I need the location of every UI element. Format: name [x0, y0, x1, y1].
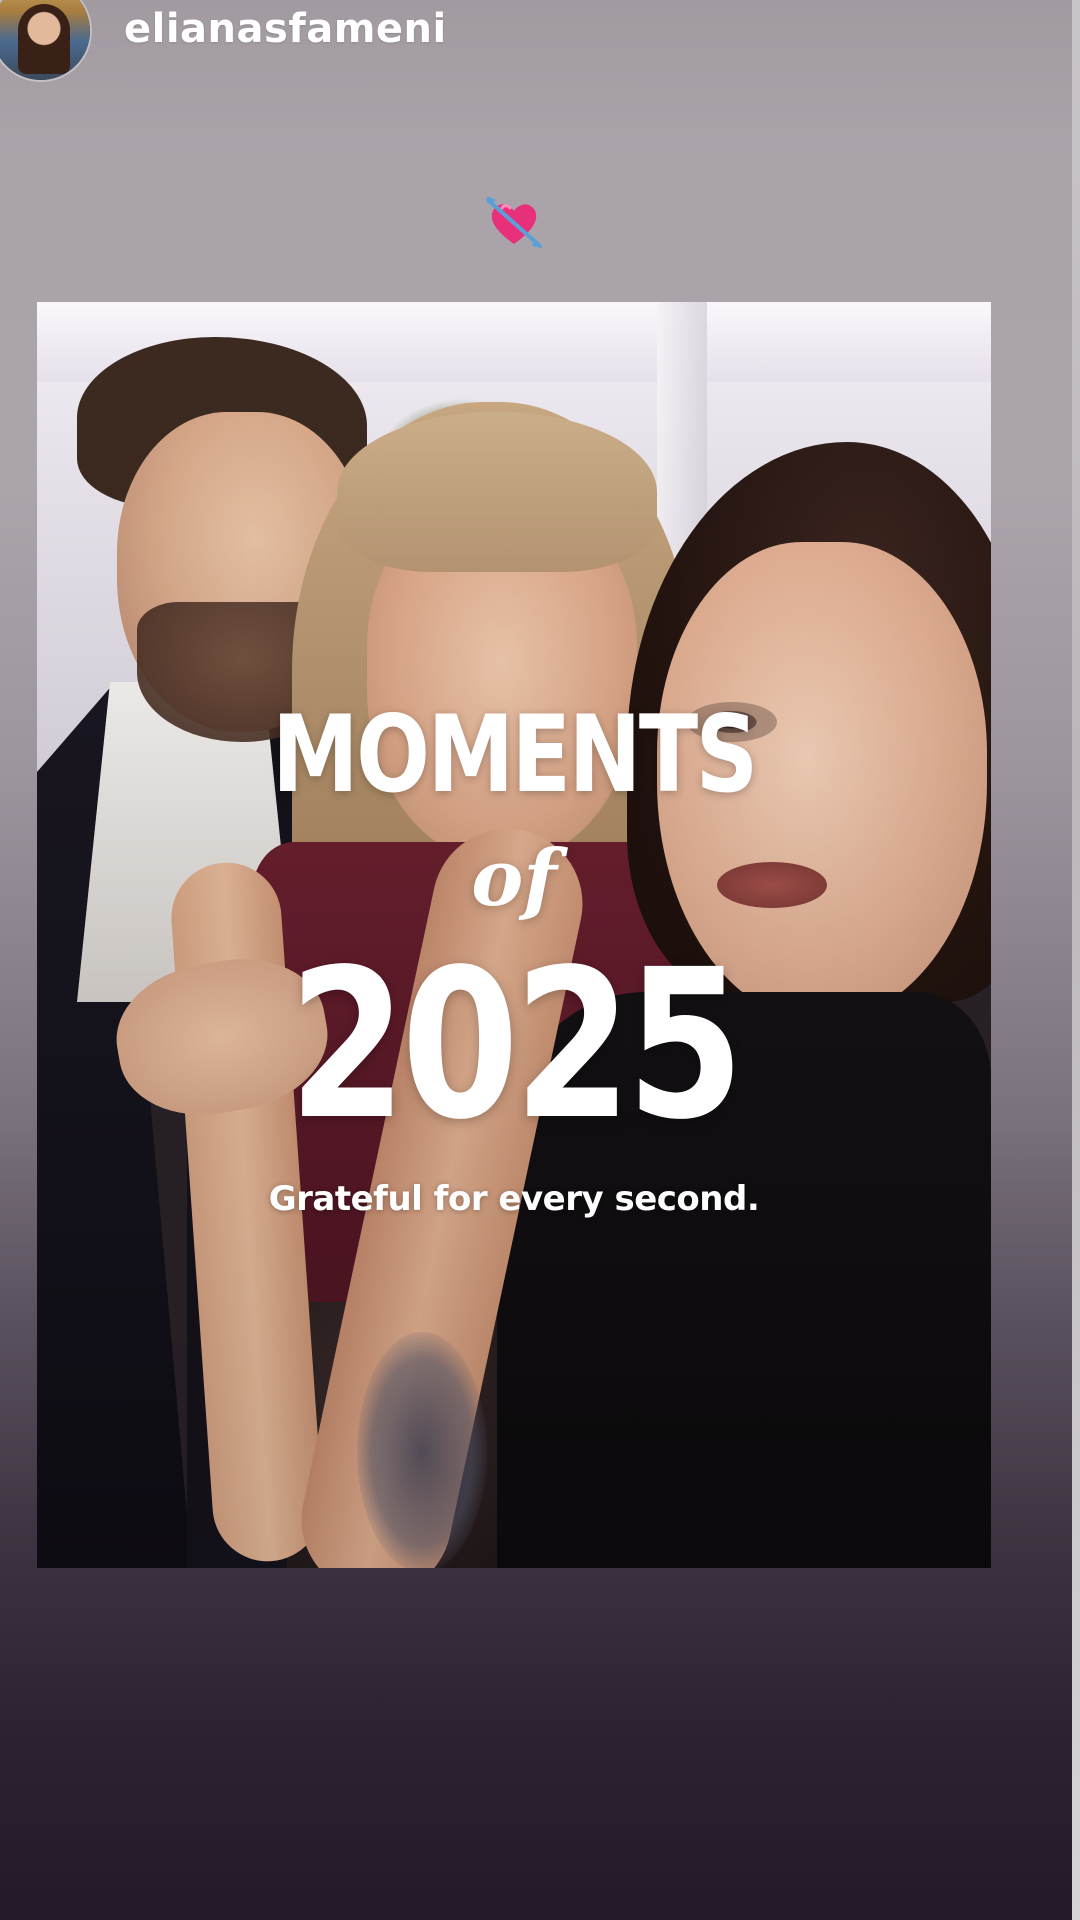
story-header: elianasfameni	[0, 0, 1072, 90]
username[interactable]: elianasfameni	[124, 6, 447, 52]
overlay-title-year: 2025	[288, 925, 744, 1165]
overlay-title-of: of	[471, 833, 557, 924]
user-avatar[interactable]	[0, 0, 90, 80]
overlay-title-moments: MOMENTS	[272, 693, 758, 816]
overlay-caption: Grateful for every second.	[268, 1179, 760, 1219]
screen-edge	[1072, 0, 1080, 1920]
avatar-person	[18, 4, 70, 74]
heart-with-arrow-icon	[486, 196, 542, 248]
text-overlay: MOMENTS of 2025 Grateful for every secon…	[37, 302, 991, 1568]
